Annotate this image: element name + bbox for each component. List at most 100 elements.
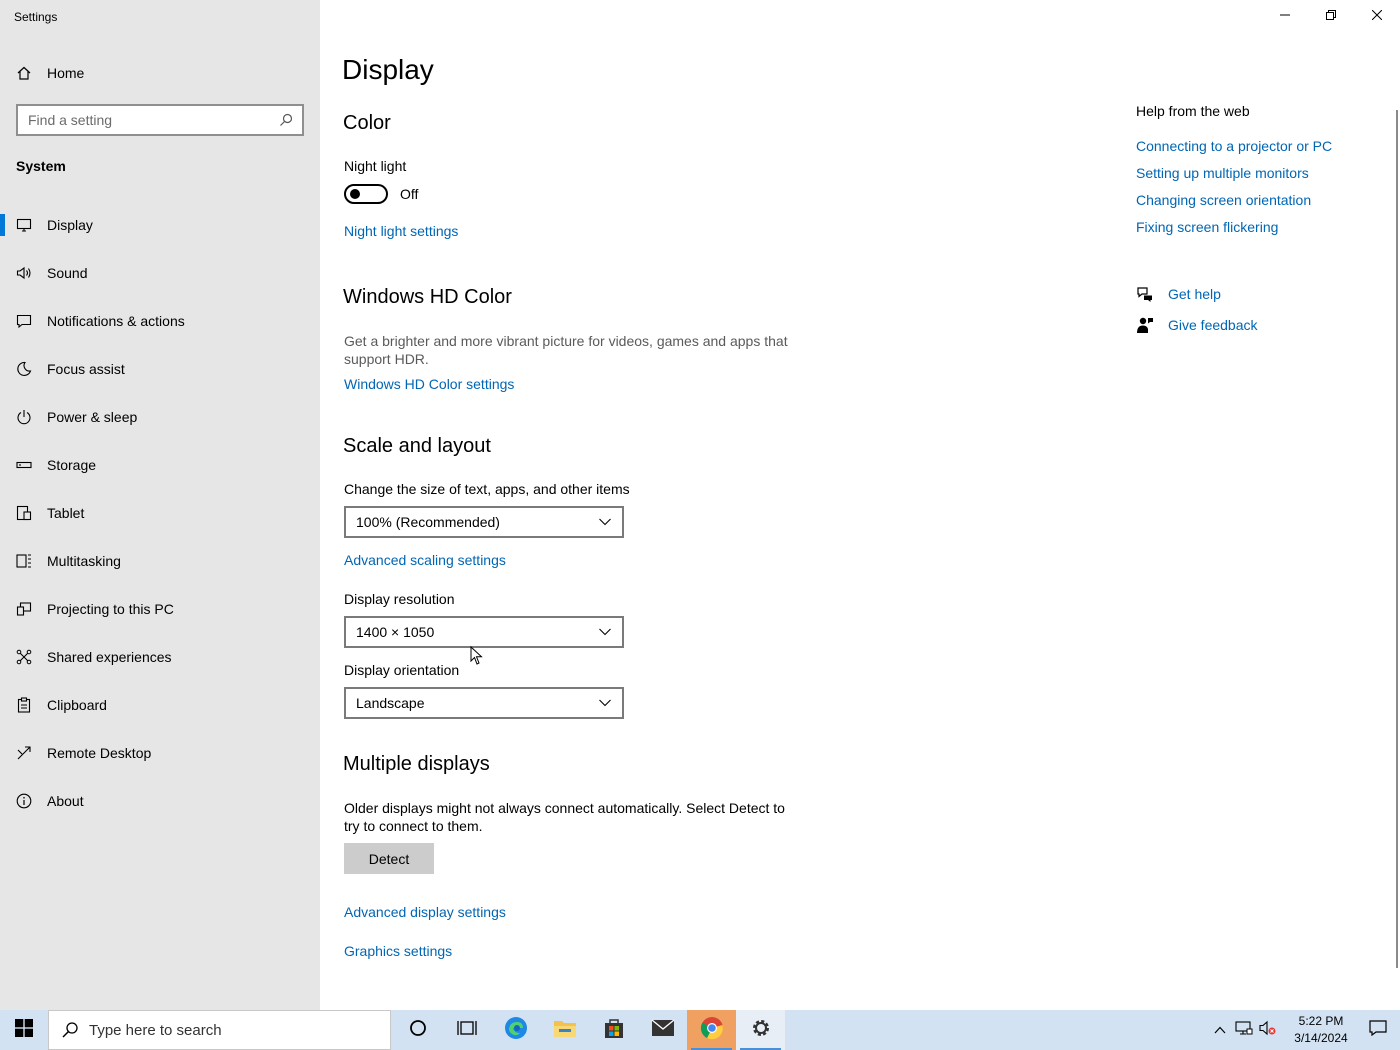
- volume-button[interactable]: [1256, 1010, 1280, 1050]
- start-button[interactable]: [0, 1010, 48, 1050]
- edge-icon: [504, 1016, 528, 1045]
- task-view-icon: [456, 1019, 477, 1042]
- night-light-toggle[interactable]: [344, 184, 388, 204]
- search-icon[interactable]: [278, 112, 294, 128]
- monitor-icon: [16, 217, 32, 233]
- show-hidden-icons-button[interactable]: [1208, 1010, 1232, 1050]
- give-feedback-link[interactable]: Give feedback: [1136, 316, 1258, 334]
- store-button[interactable]: [589, 1010, 638, 1050]
- night-light-label: Night light: [344, 158, 407, 174]
- sidebar-item-shared-experiences[interactable]: Shared experiences: [0, 633, 320, 681]
- scale-size-label: Change the size of text, apps, and other…: [344, 481, 630, 497]
- minimize-button[interactable]: [1262, 0, 1308, 32]
- taskbar-search[interactable]: Type here to search: [48, 1010, 391, 1050]
- sidebar-nav: Display Sound Notifications & actions Fo…: [0, 201, 320, 825]
- sidebar-item-label: Projecting to this PC: [47, 601, 174, 617]
- help-link-projector[interactable]: Connecting to a projector or PC: [1136, 138, 1332, 154]
- advanced-display-settings-link[interactable]: Advanced display settings: [344, 904, 506, 920]
- sidebar-item-storage[interactable]: Storage: [0, 441, 320, 489]
- sidebar-item-home[interactable]: Home: [0, 56, 320, 90]
- app-title: Settings: [14, 10, 58, 24]
- help-title: Help from the web: [1136, 103, 1250, 119]
- sidebar-item-label: Sound: [47, 265, 88, 281]
- info-icon: [16, 793, 32, 809]
- network-button[interactable]: [1232, 1010, 1256, 1050]
- system-tray: 5:22 PM 3/14/2024: [1208, 1010, 1400, 1050]
- home-icon: [16, 65, 32, 81]
- sidebar-item-label: Focus assist: [47, 361, 125, 377]
- edge-button[interactable]: [491, 1010, 540, 1050]
- advanced-scaling-link[interactable]: Advanced scaling settings: [344, 552, 506, 568]
- mail-button[interactable]: [638, 1010, 687, 1050]
- scrollbar[interactable]: [1396, 110, 1398, 968]
- scale-dropdown-value: 100% (Recommended): [356, 514, 500, 530]
- night-light-settings-link[interactable]: Night light settings: [344, 223, 458, 239]
- orientation-dropdown[interactable]: Landscape: [344, 687, 624, 719]
- page-title: Display: [342, 54, 434, 85]
- help-link-screen-orientation[interactable]: Changing screen orientation: [1136, 192, 1311, 208]
- sidebar-item-power-sleep[interactable]: Power & sleep: [0, 393, 320, 441]
- hdr-settings-link[interactable]: Windows HD Color settings: [344, 376, 514, 392]
- projector-icon: [16, 601, 32, 617]
- sidebar-item-label: Display: [47, 217, 93, 233]
- close-button[interactable]: [1354, 0, 1400, 32]
- chrome-icon: [700, 1016, 724, 1045]
- resolution-dropdown[interactable]: 1400 × 1050: [344, 616, 624, 648]
- sidebar-item-notifications[interactable]: Notifications & actions: [0, 297, 320, 345]
- sidebar-item-clipboard[interactable]: Clipboard: [0, 681, 320, 729]
- chevron-down-icon: [598, 696, 612, 710]
- cortana-button[interactable]: [393, 1010, 442, 1050]
- taskbar: Type here to search 5:22 PM 3/14/2024: [0, 1010, 1400, 1050]
- settings-search-input[interactable]: [28, 112, 278, 128]
- get-help-link[interactable]: Get help: [1136, 285, 1221, 303]
- orientation-dropdown-value: Landscape: [356, 695, 425, 711]
- sidebar-item-label: Storage: [47, 457, 97, 473]
- settings-icon: [750, 1017, 772, 1044]
- sidebar-item-label: Power & sleep: [47, 409, 138, 425]
- file-explorer-button[interactable]: [540, 1010, 589, 1050]
- hdr-description: Get a brighter and more vibrant picture …: [344, 333, 788, 367]
- sidebar-item-projecting[interactable]: Projecting to this PC: [0, 585, 320, 633]
- close-icon: [1371, 7, 1383, 25]
- help-link-multiple-monitors[interactable]: Setting up multiple monitors: [1136, 165, 1309, 181]
- sidebar-item-about[interactable]: About: [0, 777, 320, 825]
- sidebar-item-label: Notifications & actions: [47, 313, 185, 329]
- action-center-button[interactable]: [1356, 1010, 1400, 1050]
- sidebar-item-display[interactable]: Display: [0, 201, 320, 249]
- file-explorer-icon: [553, 1018, 577, 1043]
- section-label-system: System: [16, 158, 66, 174]
- windows-logo-icon: [15, 1018, 33, 1042]
- get-help-label: Get help: [1168, 286, 1221, 302]
- night-light-toggle-group: Off: [344, 184, 418, 204]
- sidebar-item-multitasking[interactable]: Multitasking: [0, 537, 320, 585]
- minimize-icon: [1280, 7, 1290, 25]
- chrome-button[interactable]: [687, 1010, 736, 1050]
- storage-icon: [16, 457, 32, 473]
- taskbar-search-placeholder: Type here to search: [89, 1021, 222, 1039]
- settings-search-box[interactable]: [16, 104, 304, 136]
- window-controls: [1262, 0, 1400, 32]
- tablet-icon: [16, 505, 32, 521]
- taskbar-clock[interactable]: 5:22 PM 3/14/2024: [1286, 1013, 1356, 1047]
- settings-taskbar-button[interactable]: [736, 1010, 785, 1050]
- detect-button[interactable]: Detect: [344, 843, 434, 874]
- sidebar-item-tablet[interactable]: Tablet: [0, 489, 320, 537]
- night-light-state: Off: [400, 186, 419, 202]
- restore-icon: [1326, 7, 1336, 25]
- main-content: Display Color Night light Off Night ligh…: [320, 0, 1400, 1010]
- sidebar-item-focus-assist[interactable]: Focus assist: [0, 345, 320, 393]
- cortana-icon: [409, 1019, 427, 1042]
- sidebar-item-remote-desktop[interactable]: Remote Desktop: [0, 729, 320, 777]
- mail-icon: [651, 1018, 675, 1042]
- search-icon: [61, 1021, 79, 1039]
- graphics-settings-link[interactable]: Graphics settings: [344, 943, 452, 959]
- restore-button[interactable]: [1308, 0, 1354, 32]
- chevron-down-icon: [598, 625, 612, 639]
- sidebar-item-label: Tablet: [47, 505, 85, 521]
- sidebar-item-sound[interactable]: Sound: [0, 249, 320, 297]
- help-link-screen-flickering[interactable]: Fixing screen flickering: [1136, 219, 1278, 235]
- scale-dropdown[interactable]: 100% (Recommended): [344, 506, 624, 538]
- clock-time: 5:22 PM: [1298, 1014, 1344, 1028]
- sidebar: Settings Home System Display Sound: [0, 0, 320, 1010]
- task-view-button[interactable]: [442, 1010, 491, 1050]
